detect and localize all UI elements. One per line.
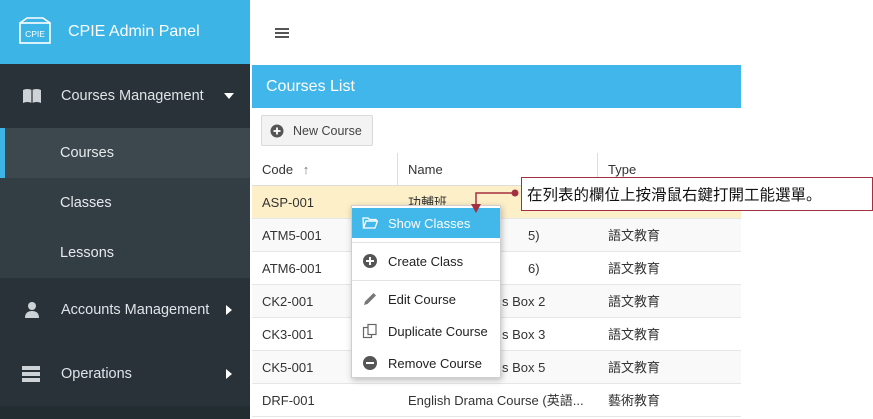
- sidebar-item-classes[interactable]: Classes: [0, 178, 250, 228]
- app-title: CPIE Admin Panel: [68, 23, 200, 40]
- cell-type: 語文教育: [608, 294, 661, 309]
- edit-course-menu-item[interactable]: Edit Course: [352, 284, 500, 314]
- callout-text: 在列表的欄位上按滑鼠右鍵打開工能選單。: [527, 186, 822, 204]
- table-row[interactable]: DRF-001 English Drama Course (英語... 藝術教育: [252, 384, 741, 417]
- sidebar-item-lessons[interactable]: Lessons: [0, 228, 250, 278]
- column-header-code[interactable]: Code ↑: [252, 153, 398, 186]
- sidebar: CPIE CPIE Admin Panel Courses Management…: [0, 0, 250, 419]
- cell-type: 藝術教育: [608, 393, 661, 408]
- copy-icon: [362, 323, 377, 339]
- minus-circle-icon: [363, 356, 377, 370]
- plus-circle-icon: [270, 124, 284, 137]
- sidebar-item-courses-management[interactable]: Courses Management: [0, 64, 250, 128]
- menu-divider: [352, 280, 500, 281]
- menu-item-label: Show Classes: [388, 215, 471, 231]
- caret-right-icon: [226, 369, 232, 379]
- sort-ascending-icon: ↑: [302, 162, 310, 177]
- pencil-icon: [364, 293, 376, 305]
- remove-course-menu-item[interactable]: Remove Course: [352, 348, 500, 378]
- menu-item-label: Create Class: [388, 253, 464, 269]
- book-icon: [23, 89, 41, 103]
- new-course-label: New Course: [293, 123, 362, 138]
- column-label: Name: [408, 162, 443, 177]
- show-classes-menu-item[interactable]: Show Classes: [352, 208, 500, 238]
- sidebar-item-label: Classes: [60, 195, 112, 211]
- user-icon: [25, 302, 39, 318]
- cell-type: 語文教育: [608, 327, 661, 342]
- cell-type: 語文教育: [608, 360, 661, 375]
- sidebar-item-label: Operations: [61, 366, 132, 382]
- column-label: Code: [262, 162, 294, 177]
- brand-header[interactable]: CPIE CPIE Admin Panel: [0, 0, 250, 64]
- cell-type: 語文教育: [608, 261, 661, 276]
- callout-annotation: 在列表的欄位上按滑鼠右鍵打開工能選單。: [521, 177, 873, 211]
- server-icon: [22, 366, 40, 382]
- panel-title: Courses List: [252, 65, 741, 108]
- svg-text:CPIE: CPIE: [25, 29, 45, 39]
- folder-open-icon: [362, 217, 378, 229]
- cell-name: English Drama Course (英語...: [408, 393, 584, 408]
- sidebar-item-label: Lessons: [60, 245, 115, 261]
- menu-item-label: Edit Course: [388, 291, 456, 307]
- cell-code: DRF-001: [262, 393, 315, 408]
- context-menu: Show Classes Create Class Edit Course Du…: [351, 205, 501, 378]
- menu-item-label: Remove Course: [388, 355, 482, 371]
- sidebar-item-label: Courses Management: [61, 88, 204, 104]
- top-bar: [250, 0, 873, 64]
- sidebar-item-label: Accounts Management: [61, 302, 210, 318]
- sidebar-item-courses[interactable]: Courses: [0, 128, 250, 178]
- hamburger-menu-icon[interactable]: [275, 28, 289, 38]
- new-course-button[interactable]: New Course: [261, 115, 373, 146]
- menu-item-label: Duplicate Course: [388, 323, 488, 339]
- cpie-logo-icon: CPIE: [19, 17, 51, 44]
- menu-divider: [352, 242, 500, 243]
- caret-down-icon: [224, 93, 234, 99]
- create-class-menu-item[interactable]: Create Class: [352, 246, 500, 276]
- plus-circle-icon: [363, 254, 377, 268]
- caret-right-icon: [226, 305, 232, 315]
- sidebar-item-operations[interactable]: Operations: [0, 342, 250, 406]
- duplicate-course-menu-item[interactable]: Duplicate Course: [352, 316, 500, 346]
- sidebar-item-label: Courses: [60, 145, 114, 161]
- cell-type: 語文教育: [608, 228, 661, 243]
- column-label: Type: [608, 162, 637, 177]
- sidebar-item-accounts-management[interactable]: Accounts Management: [0, 278, 250, 342]
